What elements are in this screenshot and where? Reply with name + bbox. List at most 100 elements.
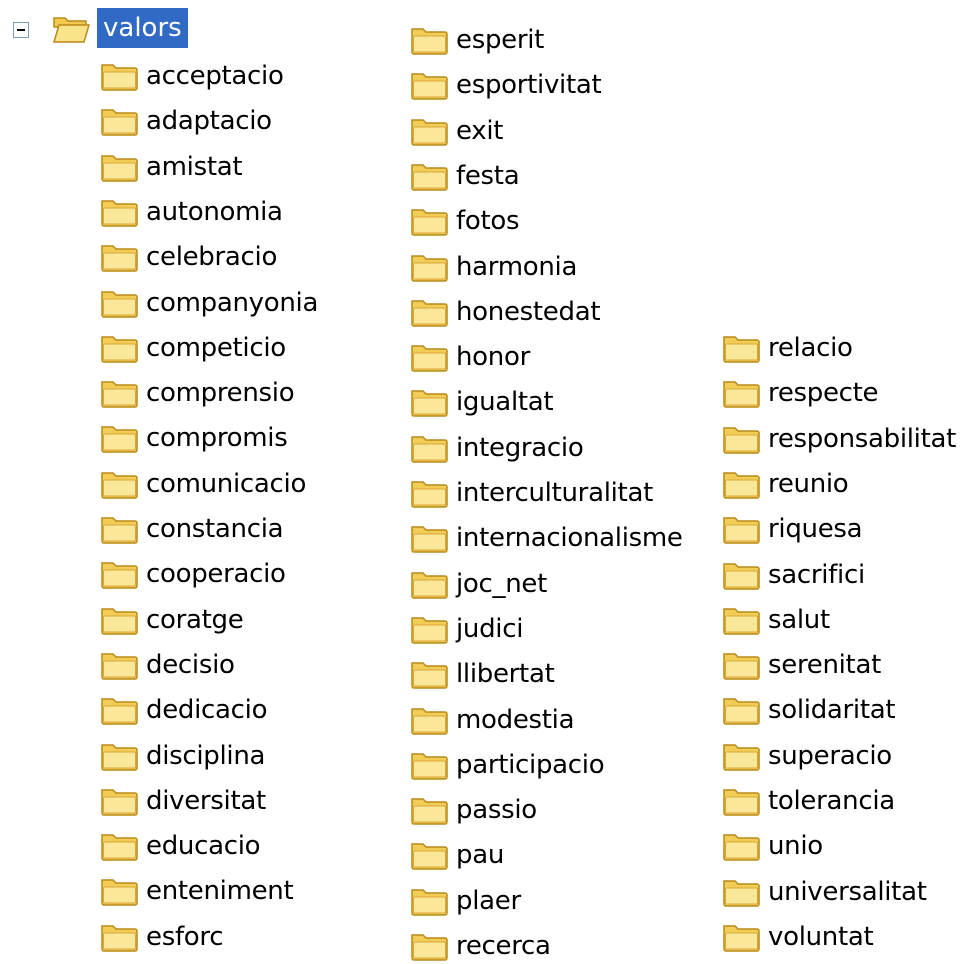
folder-icon	[101, 154, 138, 182]
tree-item[interactable]: igualtat	[410, 384, 554, 420]
tree-item[interactable]: amistat	[100, 149, 243, 185]
tree-item[interactable]: responsabilitat	[722, 421, 956, 457]
tree-item[interactable]: companyonia	[100, 285, 318, 321]
folder-icon	[101, 562, 138, 590]
tree-item[interactable]: recerca	[410, 928, 551, 964]
folder-icon	[411, 753, 448, 780]
tree-item[interactable]: esportivitat	[410, 67, 602, 103]
tree-item[interactable]: comprensio	[100, 375, 295, 411]
tree-item-label: passio	[456, 795, 537, 826]
tree-item[interactable]: internacionalisme	[410, 520, 683, 556]
folder-icon	[723, 698, 760, 726]
folder-icon	[723, 426, 760, 454]
tree-item[interactable]: judici	[410, 611, 523, 647]
folder-icon	[723, 381, 760, 409]
tree-item[interactable]: integracio	[410, 430, 584, 466]
tree-root[interactable]: valors	[0, 0, 300, 60]
tree-item[interactable]: tolerancia	[722, 783, 895, 819]
tree-item[interactable]: cooperacio	[100, 556, 286, 592]
tree-item[interactable]: acceptacio	[100, 58, 284, 94]
tree-item[interactable]: harmonia	[410, 249, 577, 285]
tree-item-label: adaptacio	[146, 106, 272, 137]
tree-item[interactable]: celebracio	[100, 239, 277, 275]
folder-icon	[101, 336, 138, 363]
folder-icon	[411, 707, 448, 735]
tree-item[interactable]: educacio	[100, 828, 261, 864]
tree-item-label: pau	[456, 840, 505, 871]
tree-item[interactable]: esforc	[100, 919, 224, 955]
tree-item[interactable]: exit	[410, 113, 503, 149]
folder-icon	[723, 336, 760, 363]
tree-item-label: relacio	[768, 333, 853, 363]
tree-item[interactable]: universalitat	[722, 874, 927, 910]
tree-item[interactable]: pau	[410, 837, 504, 873]
tree-item[interactable]: enteniment	[100, 873, 294, 909]
tree-item[interactable]: joc_net	[410, 566, 547, 602]
folder-icon	[411, 209, 448, 236]
tree-item[interactable]: decisio	[100, 647, 235, 683]
tree-item[interactable]: compromis	[100, 420, 288, 456]
tree-item[interactable]: esperit	[410, 22, 544, 58]
tree-item-label: solidaritat	[768, 695, 896, 726]
tree-item[interactable]: llibertat	[410, 656, 555, 692]
folder-icon	[723, 608, 760, 635]
tree-item-label: comunicacio	[146, 468, 307, 499]
tree-item-label: acceptacio	[146, 61, 284, 91]
tree-item[interactable]: interculturalitat	[410, 475, 653, 511]
tree-item[interactable]: honestedat	[410, 294, 601, 330]
tree-item-label: responsabilitat	[768, 423, 957, 454]
tree-item[interactable]: festa	[410, 158, 520, 194]
tree-item[interactable]: competicio	[100, 330, 286, 366]
folder-icon	[411, 662, 448, 689]
folder-icon	[723, 789, 760, 816]
tree-item-label: modestia	[456, 704, 575, 735]
tree-item[interactable]: sacrifici	[722, 557, 865, 593]
tree-item[interactable]: adaptacio	[100, 103, 272, 139]
tree-item-label: harmonia	[456, 251, 578, 282]
tree-item[interactable]: voluntat	[722, 919, 874, 955]
folder-icon	[101, 109, 138, 137]
tree-item-label: judici	[456, 613, 524, 644]
tree-item-label: autonomia	[146, 196, 283, 227]
folder-icon	[101, 517, 138, 544]
tree-item-label: competicio	[146, 332, 286, 363]
tree-item[interactable]: respecte	[722, 375, 879, 411]
tree-item[interactable]: comunicacio	[100, 466, 306, 502]
tree-item[interactable]: reunio	[722, 466, 849, 502]
tree-item[interactable]: riquesa	[722, 511, 863, 547]
tree-item-label: igualtat	[456, 387, 554, 418]
tree-item[interactable]: solidaritat	[722, 692, 896, 728]
folder-icon	[723, 879, 760, 907]
tree-item[interactable]: participacio	[410, 747, 605, 783]
tree-item-label: superacio	[768, 740, 892, 771]
tree-item[interactable]: dedicacio	[100, 692, 267, 728]
tree-item[interactable]: fotos	[410, 203, 520, 239]
tree-item-label: dedicacio	[146, 695, 268, 726]
tree-item[interactable]: serenitat	[722, 647, 881, 683]
tree-item[interactable]: relacio	[722, 330, 853, 366]
folder-icon	[411, 526, 448, 554]
tree-item[interactable]: unio	[722, 828, 823, 864]
folder-icon	[101, 290, 138, 318]
tree-item-label: exit	[456, 115, 504, 146]
tree-item-label: cooperacio	[146, 559, 286, 590]
tree-item-label: llibertat	[456, 659, 555, 690]
tree-root-label[interactable]: valors	[97, 8, 188, 48]
tree-item[interactable]: plaer	[410, 883, 521, 919]
tree-item[interactable]: passio	[410, 792, 537, 828]
folder-icon	[411, 934, 448, 961]
folder-icon	[411, 28, 448, 55]
tree-item[interactable]: salut	[722, 602, 830, 638]
folder-icon	[723, 517, 760, 544]
tree-item-label: reunio	[768, 468, 849, 499]
tree-item[interactable]: superacio	[722, 738, 892, 774]
tree-item[interactable]: coratge	[100, 602, 244, 638]
collapse-toggle[interactable]	[13, 22, 29, 38]
folder-icon	[723, 472, 760, 499]
tree-item[interactable]: constancia	[100, 511, 284, 547]
tree-item[interactable]: honor	[410, 339, 530, 375]
tree-item[interactable]: modestia	[410, 702, 575, 738]
tree-item[interactable]: diversitat	[100, 783, 266, 819]
tree-item[interactable]: disciplina	[100, 738, 265, 774]
tree-item[interactable]: autonomia	[100, 194, 283, 230]
